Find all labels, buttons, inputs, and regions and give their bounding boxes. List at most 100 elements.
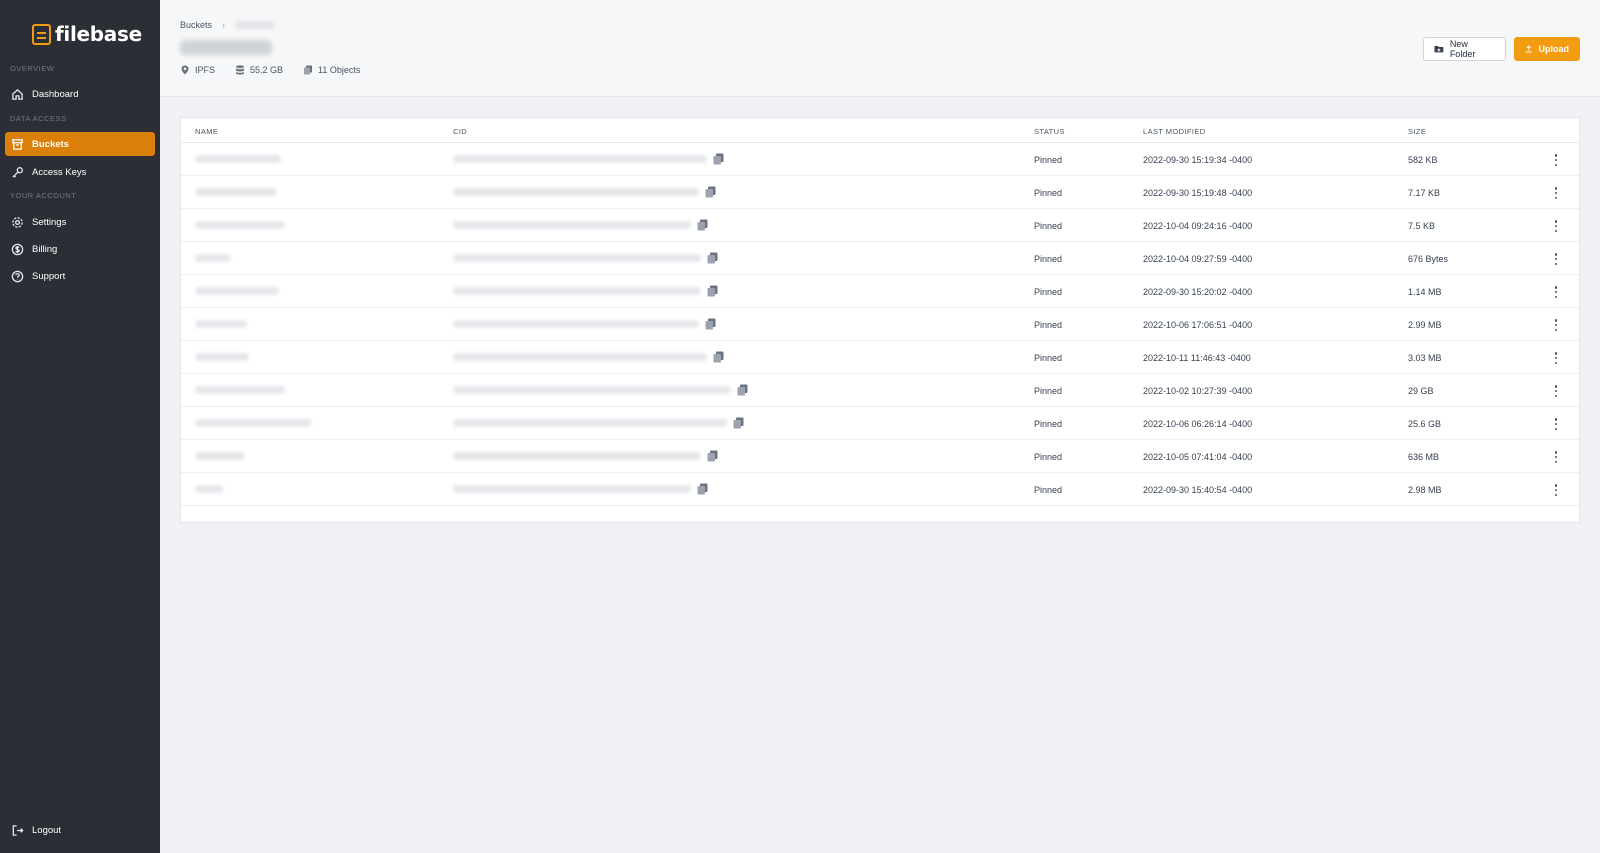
- cid-redacted: [453, 287, 701, 295]
- status-cell: Pinned: [1034, 353, 1063, 363]
- row-actions-kebab-icon[interactable]: [1551, 384, 1561, 398]
- copy-cid-icon[interactable]: [705, 186, 716, 198]
- file-name-redacted[interactable]: [195, 287, 279, 295]
- row-actions-kebab-icon[interactable]: [1551, 417, 1561, 431]
- table-row[interactable]: Pinned 2022-10-11 11:46:43 -0400 3.03 MB: [181, 341, 1579, 374]
- sidebar-item-access-keys[interactable]: Access Keys: [5, 160, 155, 184]
- size-cell: 7.5 KB: [1408, 221, 1436, 231]
- column-header-size[interactable]: SIZE: [1408, 127, 1426, 136]
- table-row[interactable]: Pinned 2022-10-04 09:27:59 -0400 676 Bytes: [181, 242, 1579, 275]
- row-actions-kebab-icon[interactable]: [1551, 252, 1561, 266]
- status-cell: Pinned: [1034, 452, 1063, 462]
- new-folder-label: New Folder: [1449, 39, 1476, 59]
- logout-button[interactable]: Logout: [5, 818, 155, 842]
- copy-cid-icon[interactable]: [733, 417, 744, 429]
- copy-cid-icon[interactable]: [705, 318, 716, 330]
- file-name-redacted[interactable]: [195, 353, 249, 361]
- filebase-logo-icon: [32, 23, 51, 45]
- objects-count: 11 Objects: [318, 65, 361, 75]
- logout-label: Logout: [32, 824, 62, 836]
- last-modified-cell: 2022-09-30 15:19:34 -0400: [1143, 155, 1253, 165]
- copy-cid-icon[interactable]: [697, 219, 708, 231]
- table-row[interactable]: Pinned 2022-10-06 17:06:51 -0400 2.99 MB: [181, 308, 1579, 341]
- row-actions-kebab-icon[interactable]: [1551, 219, 1561, 233]
- upload-icon: [1525, 45, 1532, 53]
- location-pin-icon: [181, 65, 189, 75]
- column-header-name[interactable]: NAME: [195, 127, 218, 136]
- table-row[interactable]: Pinned 2022-09-30 15:20:02 -0400 1.14 MB: [181, 275, 1579, 308]
- file-name-redacted[interactable]: [195, 419, 311, 427]
- copy-cid-icon[interactable]: [737, 384, 748, 396]
- sidebar-item-dashboard[interactable]: Dashboard: [5, 82, 155, 106]
- page-header: Buckets › IPFS 55.2 GB 11 Objects New Fo…: [160, 0, 1600, 97]
- row-actions-kebab-icon[interactable]: [1551, 318, 1561, 332]
- table-row[interactable]: Pinned 2022-10-05 07:41:04 -0400 636 MB: [181, 440, 1579, 473]
- copy-cid-icon[interactable]: [713, 351, 724, 363]
- copy-cid-icon[interactable]: [713, 153, 724, 165]
- file-name-redacted[interactable]: [195, 221, 285, 229]
- last-modified-cell: 2022-10-06 06:26:14 -0400: [1143, 419, 1253, 429]
- copy-cid-icon[interactable]: [697, 483, 708, 495]
- table-row[interactable]: Pinned 2022-10-02 10:27:39 -0400 29 GB: [181, 374, 1579, 407]
- status-cell: Pinned: [1034, 254, 1063, 264]
- table-row[interactable]: Pinned 2022-09-30 15:19:48 -0400 7.17 KB: [181, 176, 1579, 209]
- table-row[interactable]: Pinned 2022-09-30 15:19:34 -0400 582 KB: [181, 143, 1579, 176]
- size-cell: 676 Bytes: [1408, 254, 1449, 264]
- cid-redacted: [453, 155, 707, 163]
- size-cell: 2.99 MB: [1408, 320, 1442, 330]
- column-header-status[interactable]: STATUS: [1034, 127, 1065, 136]
- size-cell: 2.98 MB: [1408, 485, 1442, 495]
- row-actions-kebab-icon[interactable]: [1551, 285, 1561, 299]
- breadcrumb-separator-icon: ›: [222, 20, 226, 30]
- row-actions-kebab-icon[interactable]: [1551, 186, 1561, 200]
- new-folder-button[interactable]: New Folder: [1423, 37, 1506, 61]
- file-name-redacted[interactable]: [195, 485, 223, 493]
- last-modified-cell: 2022-10-02 10:27:39 -0400: [1143, 386, 1253, 396]
- file-name-redacted[interactable]: [195, 386, 285, 394]
- table-header: NAME CID STATUS LAST MODIFIED SIZE: [181, 118, 1579, 143]
- file-name-redacted[interactable]: [195, 155, 281, 163]
- sidebar-item-label: Dashboard: [32, 88, 79, 100]
- row-actions-kebab-icon[interactable]: [1551, 153, 1561, 167]
- table-row[interactable]: Pinned 2022-10-06 06:26:14 -0400 25.6 GB: [181, 407, 1579, 440]
- status-cell: Pinned: [1034, 155, 1063, 165]
- row-actions-kebab-icon[interactable]: [1551, 483, 1561, 497]
- cid-redacted: [453, 254, 701, 262]
- upload-button[interactable]: Upload: [1514, 37, 1580, 61]
- sidebar-item-label: Buckets: [32, 138, 69, 150]
- last-modified-cell: 2022-10-06 17:06:51 -0400: [1143, 320, 1253, 330]
- size-cell: 636 MB: [1408, 452, 1440, 462]
- dollar-icon: [11, 243, 24, 256]
- objects-meta: 11 Objects: [303, 65, 360, 75]
- copy-cid-icon[interactable]: [707, 252, 718, 264]
- copy-cid-icon[interactable]: [707, 450, 718, 462]
- status-cell: Pinned: [1034, 485, 1063, 495]
- section-label-your-account: YOUR ACCOUNT: [10, 191, 77, 200]
- breadcrumb-buckets-link[interactable]: Buckets: [180, 20, 212, 30]
- column-header-cid[interactable]: CID: [453, 127, 467, 136]
- table-row[interactable]: Pinned 2022-10-04 09:24:16 -0400 7.5 KB: [181, 209, 1579, 242]
- column-header-last-modified[interactable]: LAST MODIFIED: [1143, 127, 1206, 136]
- bucket-title-redacted: [180, 40, 272, 55]
- row-actions-kebab-icon[interactable]: [1551, 450, 1561, 464]
- sidebar-item-billing[interactable]: Billing: [5, 237, 155, 261]
- file-name-redacted[interactable]: [195, 254, 231, 262]
- sidebar-item-support[interactable]: Support: [5, 264, 155, 288]
- last-modified-cell: 2022-10-05 07:41:04 -0400: [1143, 452, 1253, 462]
- file-name-redacted[interactable]: [195, 188, 277, 196]
- file-name-redacted[interactable]: [195, 320, 247, 328]
- filebase-logo[interactable]: filebase: [32, 22, 142, 46]
- sidebar-item-label: Access Keys: [32, 166, 87, 178]
- file-name-redacted[interactable]: [195, 452, 245, 460]
- row-actions-kebab-icon[interactable]: [1551, 351, 1561, 365]
- sidebar-item-buckets[interactable]: Buckets: [5, 132, 155, 156]
- section-label-overview: OVERVIEW: [10, 64, 55, 73]
- last-modified-cell: 2022-10-11 11:46:43 -0400: [1143, 353, 1251, 363]
- sidebar-item-settings[interactable]: Settings: [5, 210, 155, 234]
- table-row[interactable]: Pinned 2022-09-30 15:40:54 -0400 2.98 MB: [181, 473, 1579, 506]
- section-label-data-access: DATA ACCESS: [10, 114, 67, 123]
- copy-cid-icon[interactable]: [707, 285, 718, 297]
- size-cell: 7.17 KB: [1408, 188, 1441, 198]
- cid-redacted: [453, 221, 691, 229]
- sidebar-item-label: Support: [32, 270, 66, 282]
